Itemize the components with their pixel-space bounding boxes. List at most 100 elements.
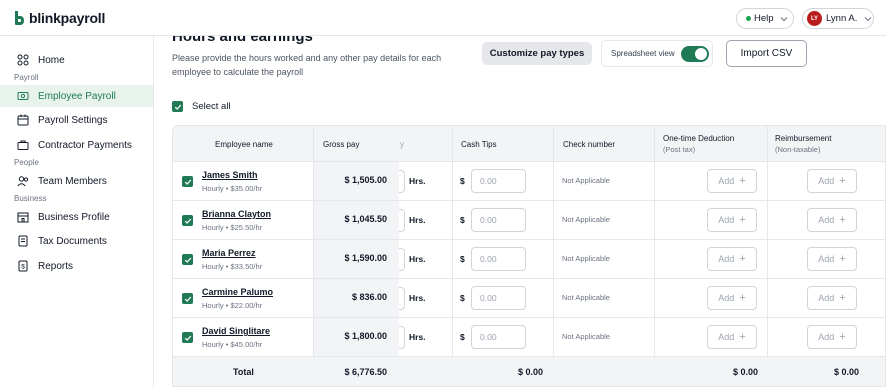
avatar: LY <box>807 11 822 26</box>
blink-logo-icon <box>13 10 26 26</box>
add-deduction-button[interactable]: Add + <box>707 247 757 271</box>
add-reimbursement-button[interactable]: Add + <box>807 169 857 193</box>
select-all-label: Select all <box>192 101 231 112</box>
add-reimbursement-button[interactable]: Add + <box>807 325 857 349</box>
gross-pay-value: $ 836.00 <box>351 292 387 302</box>
gross-pay-value: $ 1,800.00 <box>344 331 387 341</box>
col-header-deduction-sub: (Post tax) <box>663 145 696 154</box>
brand-logo[interactable]: blinkpayroll <box>13 10 105 26</box>
check-icon <box>174 104 181 110</box>
chevron-down-icon <box>780 16 787 21</box>
row-checkbox[interactable] <box>182 332 193 343</box>
column-divider <box>767 126 768 386</box>
check-number-value: Not Applicable <box>562 215 610 224</box>
document-icon <box>17 235 29 247</box>
calendar-icon <box>17 114 29 126</box>
top-bar: blinkpayroll Help LY Lynn A. <box>0 0 886 36</box>
row-checkbox[interactable] <box>182 215 193 226</box>
select-all-checkbox[interactable] <box>172 101 183 112</box>
sidebar-item-contractor-payments[interactable]: Contractor Payments <box>0 134 153 156</box>
sidebar-item-label: Tax Documents <box>38 235 107 247</box>
employee-name-link[interactable]: Carmine Palumo <box>202 287 273 297</box>
add-reimbursement-button[interactable]: Add + <box>807 286 857 310</box>
customize-pay-types-button[interactable]: Customize pay types <box>482 42 592 65</box>
spreadsheet-view-toggle[interactable] <box>680 45 709 62</box>
cash-tips-currency: $ <box>460 254 465 264</box>
add-deduction-button[interactable]: Add + <box>707 325 757 349</box>
sidebar-item-reports[interactable]: $ Reports <box>0 255 153 277</box>
table-header: Employee name Gross pay y Cash Tips Chec… <box>173 126 885 162</box>
select-all[interactable]: Select all <box>172 101 231 112</box>
employee-cell <box>173 162 313 200</box>
gross-pay-value: $ 1,505.00 <box>344 175 387 185</box>
sidebar-item-label: Business Profile <box>38 211 110 223</box>
hours-unit-label: Hrs. <box>409 176 426 186</box>
cash-tips-input[interactable]: 0.00 <box>471 208 526 232</box>
hours-input[interactable] <box>399 287 405 310</box>
employee-rate: Hourly • $35.00/hr <box>202 184 263 193</box>
employee-cell <box>173 318 313 356</box>
plus-icon: + <box>839 175 846 187</box>
check-number-value: Not Applicable <box>562 332 610 341</box>
add-label: Add <box>818 215 835 225</box>
sidebar-item-label: Team Members <box>38 175 107 187</box>
add-label: Add <box>818 293 835 303</box>
employee-name-link[interactable]: James Smith <box>202 170 258 180</box>
cash-tips-currency: $ <box>460 293 465 303</box>
employee-name-link[interactable]: Brianna Clayton <box>202 209 271 219</box>
check-icon <box>184 218 191 224</box>
sidebar-item-label: Employee Payroll <box>38 90 116 102</box>
hours-input[interactable] <box>399 326 405 349</box>
chevron-down-icon <box>864 16 872 21</box>
row-checkbox[interactable] <box>182 293 193 304</box>
section-label-payroll: Payroll <box>14 73 39 82</box>
plus-icon: + <box>739 292 746 304</box>
hours-input[interactable] <box>399 248 405 271</box>
row-checkbox[interactable] <box>182 254 193 265</box>
add-reimbursement-button[interactable]: Add + <box>807 208 857 232</box>
employee-name-link[interactable]: David Singlitare <box>202 326 270 336</box>
gross-pay-value: $ 1,045.50 <box>344 214 387 224</box>
add-label: Add <box>718 293 735 303</box>
total-label: Total <box>233 367 254 377</box>
col-header-reimbursement: Reimbursement (Non-taxable) <box>775 126 875 162</box>
sidebar-item-home[interactable]: Home <box>0 49 153 71</box>
employee-cell <box>173 201 313 239</box>
add-reimbursement-button[interactable]: Add + <box>807 247 857 271</box>
cash-tips-input[interactable]: 0.00 <box>471 169 526 193</box>
col-header-partial: y <box>400 139 404 149</box>
sidebar-item-business-profile[interactable]: Business Profile <box>0 206 153 228</box>
hours-input[interactable] <box>399 170 405 193</box>
help-button[interactable]: Help <box>736 8 794 29</box>
add-label: Add <box>718 332 735 342</box>
row-checkbox[interactable] <box>182 176 193 187</box>
sidebar-item-tax-documents[interactable]: Tax Documents <box>0 230 153 252</box>
add-deduction-button[interactable]: Add + <box>707 169 757 193</box>
column-divider <box>313 126 314 386</box>
cash-tips-input[interactable]: 0.00 <box>471 247 526 271</box>
plus-icon: + <box>739 175 746 187</box>
add-deduction-button[interactable]: Add + <box>707 208 757 232</box>
hours-input[interactable] <box>399 209 405 232</box>
sidebar-item-label: Contractor Payments <box>38 139 132 151</box>
plus-icon: + <box>739 214 746 226</box>
sidebar-item-label: Home <box>38 54 65 66</box>
table-row: James Smith Hourly • $35.00/hr $ 1,505.00 H… <box>173 162 885 201</box>
sidebar-item-payroll-settings[interactable]: Payroll Settings <box>0 109 153 131</box>
plus-icon: + <box>839 292 846 304</box>
total-reimbursement: $ 0.00 <box>833 367 859 377</box>
check-number-value: Not Applicable <box>562 176 610 185</box>
gross-pay-value: $ 1,590.00 <box>344 253 387 263</box>
employee-name-link[interactable]: Maria Perrez <box>202 248 256 258</box>
sidebar-item-employee-payroll[interactable]: Employee Payroll <box>0 85 153 107</box>
money-icon <box>17 90 29 102</box>
col-header-one-time-deduction: One-time Deduction (Post tax) <box>663 126 763 162</box>
add-deduction-button[interactable]: Add + <box>707 286 757 310</box>
cash-tips-input[interactable]: 0.00 <box>471 286 526 310</box>
hours-unit-label: Hrs. <box>409 254 426 264</box>
user-menu-button[interactable]: LY Lynn A. <box>802 8 874 29</box>
cash-tips-input[interactable]: 0.00 <box>471 325 526 349</box>
import-csv-button[interactable]: Import CSV <box>726 40 807 67</box>
table-row: Carmine Palumo Hourly • $22.00/hr $ 836.00… <box>173 279 885 318</box>
sidebar-item-team-members[interactable]: Team Members <box>0 170 153 192</box>
